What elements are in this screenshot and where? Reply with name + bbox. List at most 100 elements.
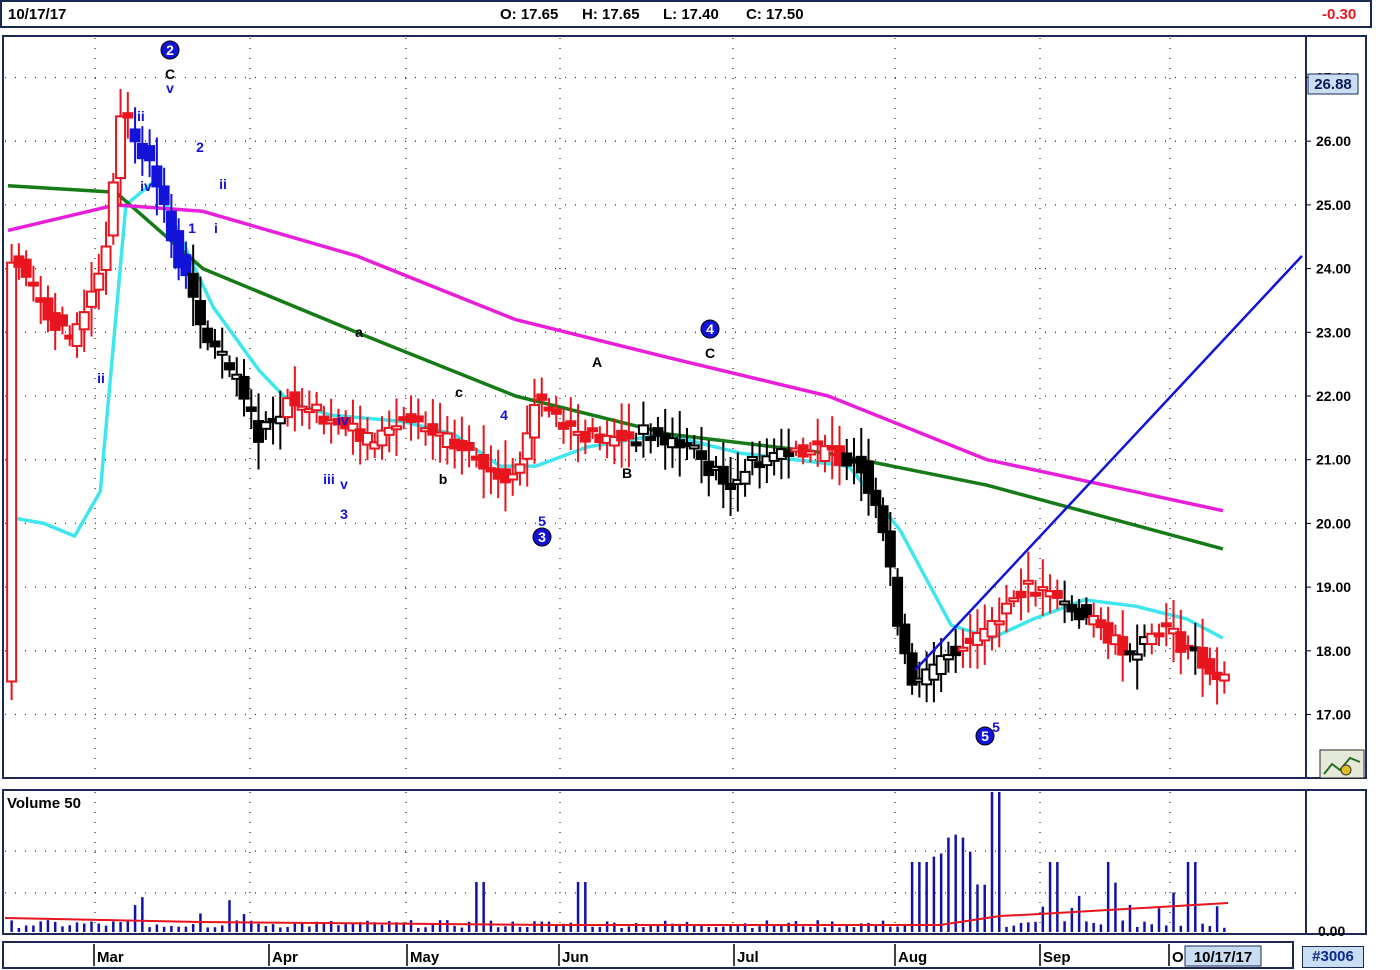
wave-label: ii bbox=[97, 370, 105, 386]
header-close: C: 17.50 bbox=[746, 6, 804, 23]
ytick-label: 22.00 bbox=[1316, 388, 1351, 404]
candle-body bbox=[56, 314, 68, 327]
candle-body bbox=[1022, 579, 1034, 585]
candle-body bbox=[892, 576, 904, 627]
candle-body bbox=[1160, 622, 1172, 628]
wave-label: iii bbox=[133, 108, 145, 124]
candle-body bbox=[884, 530, 896, 568]
candle-body bbox=[899, 623, 911, 655]
wave-count-label: 3 bbox=[538, 529, 546, 545]
candle-body bbox=[216, 350, 228, 356]
candle-body bbox=[870, 489, 882, 506]
ytick-label: 25.00 bbox=[1316, 197, 1351, 213]
header-open: O: 17.65 bbox=[500, 6, 559, 23]
candle-body bbox=[587, 427, 599, 433]
candle-body bbox=[957, 646, 969, 652]
candle-body bbox=[180, 254, 192, 277]
candle-body bbox=[245, 406, 257, 412]
volume-ytick: 0.00 bbox=[1318, 923, 1345, 939]
candle-body bbox=[151, 165, 163, 188]
ytick-label: 26.00 bbox=[1316, 133, 1351, 149]
candle-body bbox=[86, 290, 98, 308]
candle-body bbox=[1204, 658, 1216, 675]
month-label: Apr bbox=[272, 949, 298, 966]
wave-label: ii bbox=[219, 176, 227, 192]
header-date: 10/17/17 bbox=[8, 6, 67, 23]
ytick-label: 18.00 bbox=[1316, 643, 1351, 659]
wave-count-label: 2 bbox=[166, 42, 174, 58]
candle-body bbox=[6, 261, 18, 683]
wave-label: v bbox=[166, 80, 174, 96]
candle-body bbox=[536, 393, 548, 401]
wave-label: 3 bbox=[340, 506, 348, 522]
ytick-label: 17.00 bbox=[1316, 707, 1351, 723]
month-label: May bbox=[410, 949, 440, 966]
candle-body bbox=[550, 408, 562, 415]
candle-body bbox=[507, 473, 519, 481]
candle-body bbox=[209, 340, 221, 348]
candle-body bbox=[1015, 590, 1027, 599]
candle-body bbox=[812, 440, 824, 446]
candle-body bbox=[27, 281, 39, 287]
candle-body bbox=[1037, 586, 1049, 592]
header-change: -0.30 bbox=[1322, 6, 1357, 23]
candle-body bbox=[158, 185, 170, 206]
candle-body bbox=[20, 258, 32, 278]
candle-body bbox=[194, 299, 206, 326]
candle-body bbox=[260, 421, 272, 430]
candle-body bbox=[528, 404, 540, 439]
candle-body bbox=[579, 431, 591, 443]
month-label: Aug bbox=[898, 949, 927, 966]
candle-body bbox=[688, 444, 700, 450]
candle-body bbox=[993, 620, 1005, 626]
candle-body bbox=[514, 463, 526, 474]
candle-body bbox=[877, 505, 889, 534]
month-label: Jul bbox=[737, 949, 759, 966]
candle-body bbox=[238, 375, 250, 400]
candle-body bbox=[1008, 597, 1020, 603]
candle-body bbox=[78, 311, 90, 331]
header-low: L: 17.40 bbox=[663, 6, 719, 23]
candle-body bbox=[739, 470, 751, 485]
candle-body bbox=[129, 128, 141, 143]
ytick-label: 23.00 bbox=[1316, 324, 1351, 340]
wave-label: iv bbox=[140, 178, 152, 194]
wave-label: 2 bbox=[196, 139, 204, 155]
quote-header: 10/17/17 O: 17.65 H: 17.65 L: 17.40 C: 1… bbox=[0, 0, 1372, 28]
candle-body bbox=[144, 145, 156, 162]
month-label: O bbox=[1172, 949, 1184, 966]
candle-body bbox=[463, 441, 475, 451]
candle-body bbox=[863, 460, 875, 494]
candle-body bbox=[223, 362, 235, 371]
candle-body bbox=[115, 115, 127, 180]
ytick-label: 21.00 bbox=[1316, 452, 1351, 468]
wave-label: 4 bbox=[500, 407, 508, 423]
wave-label: b bbox=[439, 471, 448, 487]
panel-settings-icon[interactable] bbox=[1319, 749, 1365, 779]
header-high: H: 17.65 bbox=[582, 6, 640, 23]
last-price-tag: 26.88 bbox=[1314, 76, 1352, 93]
candle-body bbox=[93, 272, 105, 291]
wave-label: B bbox=[622, 465, 632, 481]
candle-body bbox=[478, 453, 490, 470]
volume-panel[interactable] bbox=[2, 789, 1307, 935]
chart-canvas[interactable]: 2Cviiiiv2ii1iiiaiviiiv3cb453AB4C55 27.00… bbox=[0, 0, 1400, 970]
ytick-label: 24.00 bbox=[1316, 261, 1351, 277]
wave-label: c bbox=[455, 384, 463, 400]
candle-body bbox=[412, 415, 424, 423]
candle-body bbox=[645, 436, 657, 442]
wave-label: C bbox=[705, 345, 715, 361]
candle-body bbox=[1051, 590, 1063, 599]
month-label: Jun bbox=[562, 949, 589, 966]
cursor-date: 10/17/17 bbox=[1194, 949, 1252, 966]
volume-axis bbox=[1305, 789, 1367, 935]
candle-body bbox=[717, 465, 729, 485]
candle-body bbox=[696, 450, 708, 460]
symbol-badge[interactable]: #3006 bbox=[1302, 946, 1364, 968]
candle-body bbox=[391, 425, 403, 431]
candle-body bbox=[804, 450, 816, 456]
candle-body bbox=[1131, 653, 1143, 661]
wave-label: iv bbox=[337, 412, 349, 428]
wave-label: a bbox=[355, 324, 363, 340]
candle-body bbox=[311, 403, 323, 412]
